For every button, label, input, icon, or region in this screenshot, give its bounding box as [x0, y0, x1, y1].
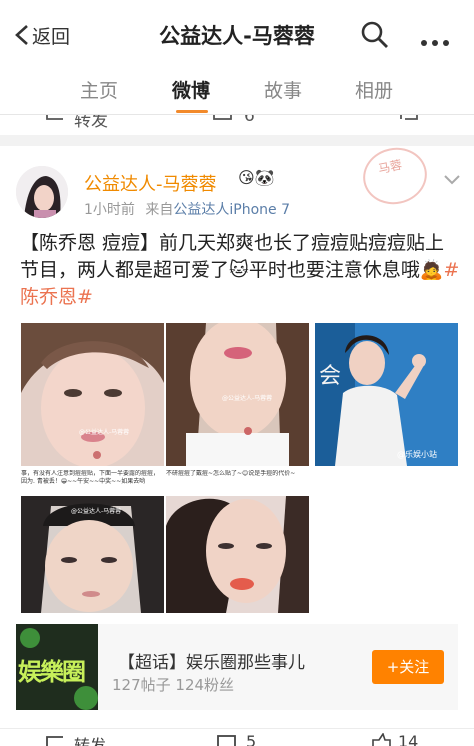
- chevron-left-icon: [15, 25, 28, 45]
- photo-watermark: @公益达人-马蓉蓉: [222, 395, 273, 402]
- comment-count[interactable]: 5: [246, 732, 256, 746]
- follow-button[interactable]: +关注: [372, 650, 444, 684]
- author-name[interactable]: 公益达人-马蓉蓉: [84, 170, 217, 196]
- post-source[interactable]: 公益达人iPhone 7: [173, 202, 290, 218]
- more-options-icon[interactable]: [420, 32, 450, 51]
- comment-icon[interactable]: [212, 115, 234, 123]
- photo-caption: 事，有没有人注意到痘痘贴，下面一半要露的痘痘，因为. 青被丢！😁~~午安~~中奖…: [21, 470, 160, 485]
- post-action-bar: 转发 5 14: [0, 728, 474, 746]
- super-topic-title[interactable]: 【超话】娱乐圈那些事儿: [118, 648, 305, 673]
- comment-icon[interactable]: [216, 733, 238, 746]
- tab-stories[interactable]: 故事: [264, 76, 302, 103]
- photo-watermark: @公益达人-马蓉蓉: [71, 508, 122, 515]
- like-icon[interactable]: [398, 115, 420, 123]
- source-prefix: 来自: [145, 202, 174, 218]
- super-topic-logo-text: 娱樂圈: [18, 658, 86, 686]
- repost-icon[interactable]: [44, 115, 66, 125]
- chevron-down-icon[interactable]: [444, 170, 460, 189]
- post-tag: 【陈乔恩 痘痘】: [20, 232, 160, 254]
- photo-watermark: @乐娱小站: [397, 450, 437, 459]
- active-tab-indicator: [176, 110, 208, 113]
- super-topic-logo: 娱樂圈: [16, 624, 98, 710]
- profile-tabs: 主页 微博 故事 相册: [0, 68, 474, 115]
- tab-album[interactable]: 相册: [355, 76, 393, 103]
- previous-repost-label[interactable]: 转发: [74, 115, 108, 131]
- back-label: 返回: [32, 25, 71, 48]
- post-photo-1[interactable]: @公益达人-马蓉蓉: [21, 323, 164, 466]
- search-icon[interactable]: [360, 20, 390, 54]
- post-photo-5[interactable]: 不研痘痘了戴痘~怎么贴了~😊说是手痘的代价~: [166, 470, 309, 613]
- post-main-text-2: 平时也要注意休息哦: [248, 259, 420, 281]
- photo-caption: 不研痘痘了戴痘~怎么贴了~😊说是手痘的代价~: [166, 470, 296, 477]
- previous-post-action-bar: 转发 6: [0, 115, 474, 135]
- avatar[interactable]: [16, 166, 68, 218]
- author-badges: 😘🐼: [238, 168, 275, 187]
- svg-text:会: 会: [319, 364, 341, 389]
- cat-emoji: 🐱: [229, 259, 249, 281]
- post-time: 1小时前: [84, 202, 135, 218]
- post-photo-3[interactable]: 会 @乐娱小站: [315, 323, 458, 466]
- back-button[interactable]: 返回: [14, 18, 70, 52]
- photo-watermark: @公益达人-马蓉蓉: [79, 429, 130, 436]
- post-text: 【陈乔恩 痘痘】前几天郑爽也长了痘痘贴痘痘贴上节目，两人都是超可爱了🐱平时也要注…: [20, 230, 460, 311]
- super-topic-stats: 127帖子 124粉丝: [112, 676, 235, 694]
- tab-weibo[interactable]: 微博: [172, 76, 210, 103]
- repost-icon[interactable]: [44, 733, 66, 746]
- top-nav-bar: [0, 0, 474, 68]
- post-photo-2[interactable]: @公益达人-马蓉蓉: [166, 323, 309, 466]
- bow-emoji: 🙇: [419, 259, 444, 281]
- like-icon[interactable]: [370, 733, 392, 746]
- repost-label[interactable]: 转发: [74, 732, 106, 746]
- post-photo-4[interactable]: 事，有没有人注意到痘痘贴，下面一半要露的痘痘，因为. 青被丢！😁~~午安~~中奖…: [21, 470, 164, 613]
- previous-comment-count[interactable]: 6: [244, 115, 255, 126]
- tab-home[interactable]: 主页: [80, 76, 118, 103]
- like-count[interactable]: 14: [398, 732, 418, 746]
- post-meta: 1小时前 来自公益达人iPhone 7: [84, 199, 290, 219]
